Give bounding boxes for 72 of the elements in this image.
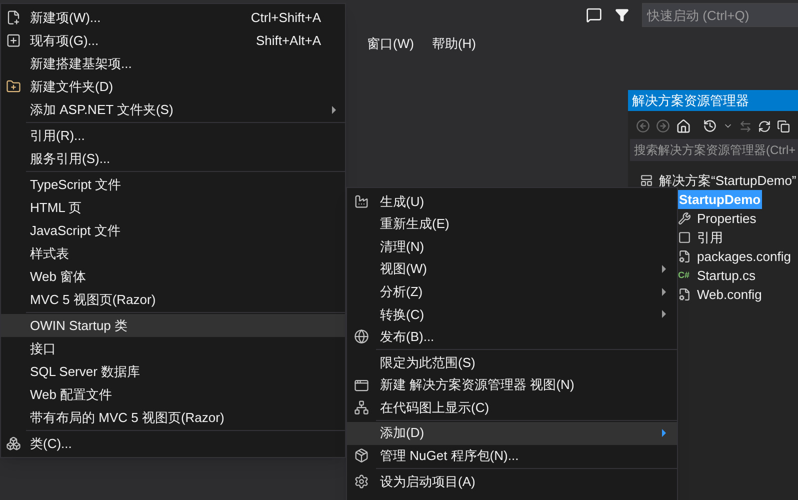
- submenu-arrow-icon: [662, 429, 666, 438]
- globe-icon: [354, 329, 369, 344]
- tree-item[interactable]: 解决方案“StartupDemo”: [658, 170, 798, 190]
- menu-item[interactable]: 视图(W): [347, 258, 677, 280]
- menu-item[interactable]: TypeScript 文件: [1, 173, 345, 196]
- menu-item[interactable]: JavaScript 文件: [1, 219, 345, 242]
- menu-item[interactable]: 新建文件夹(D): [1, 75, 345, 98]
- menu-item[interactable]: 接口: [1, 337, 345, 360]
- file-plus-icon: [6, 10, 21, 25]
- menu-item[interactable]: 类(C)...: [1, 432, 345, 455]
- menu-bar-item[interactable]: 帮助(H): [422, 32, 485, 56]
- menu-item[interactable]: MVC 5 视图页(Razor): [1, 288, 345, 311]
- tree-item[interactable]: packages.config: [696, 246, 792, 266]
- menu-bar-item[interactable]: 窗口(W): [358, 32, 423, 56]
- folder-icon: [6, 79, 21, 94]
- menu-item[interactable]: HTML 页: [1, 196, 345, 219]
- menu-item[interactable]: SQL Server 数据库: [1, 360, 345, 383]
- menu-item[interactable]: 限定为此范围(S): [347, 351, 677, 374]
- tree-item[interactable]: Startup.cs: [696, 266, 757, 286]
- menu-item[interactable]: 新建项(W)... Ctrl+Shift+A: [1, 6, 345, 29]
- home-icon[interactable]: [676, 118, 691, 134]
- menu-item[interactable]: Web 窗体: [1, 265, 345, 288]
- menu-item[interactable]: 添加(D): [347, 422, 677, 445]
- config-file-icon: [678, 250, 691, 263]
- tree-item[interactable]: Web.config: [696, 284, 763, 304]
- config-file-icon: [678, 288, 691, 301]
- submenu-arrow-icon: [332, 106, 336, 114]
- menu-item[interactable]: 服务引用(S)...: [1, 147, 345, 170]
- menu-item[interactable]: 设为启动项目(A): [347, 470, 677, 493]
- menu-item[interactable]: 在代码图上显示(C): [347, 396, 677, 419]
- history-icon[interactable]: [703, 119, 717, 133]
- menu-item[interactable]: 清理(N): [347, 235, 677, 258]
- factory-icon: [354, 194, 369, 209]
- menu-item[interactable]: 现有项(G)... Shift+Alt+A: [1, 29, 345, 52]
- menu-item[interactable]: 管理 NuGet 程序包(N)...: [347, 444, 677, 468]
- file-type-icon: C#: [678, 268, 691, 282]
- submenu-arrow-icon: [662, 310, 666, 318]
- menu-item[interactable]: 添加 ASP.NET 文件夹(S): [1, 98, 345, 121]
- menu-item[interactable]: 新建 解决方案资源管理器 视图(N): [347, 374, 677, 396]
- refresh-icon[interactable]: [758, 120, 771, 132]
- menu-item[interactable]: 发布(B)...: [347, 326, 677, 348]
- submenu-arrow-icon: [662, 288, 666, 296]
- feedback-icon[interactable]: [586, 7, 602, 23]
- menu-item[interactable]: Web 配置文件: [1, 383, 345, 406]
- wrench-icon: [678, 212, 691, 225]
- menu-item[interactable]: 引用(R)...: [1, 124, 345, 147]
- back-icon[interactable]: [636, 119, 650, 133]
- solution-icon: [640, 174, 653, 187]
- menu-item[interactable]: 生成(U): [347, 190, 677, 213]
- collapse-icon[interactable]: [777, 120, 790, 132]
- menu-item[interactable]: 样式表: [1, 242, 345, 265]
- menu-item[interactable]: 新建搭建基架项...: [1, 52, 345, 75]
- square-plus-icon: [6, 33, 21, 48]
- package-icon: [354, 448, 369, 464]
- filter-icon[interactable]: [615, 8, 629, 22]
- window-icon: [354, 378, 369, 393]
- forward-icon[interactable]: [656, 119, 670, 133]
- search-field[interactable]: 搜索解决方案资源管理器(Ctrl+: [630, 139, 798, 161]
- network-icon: [354, 400, 369, 416]
- sync-icon[interactable]: [739, 120, 752, 132]
- menu-item[interactable]: 分析(Z): [347, 280, 677, 303]
- tree-item[interactable]: Properties: [696, 208, 758, 228]
- settings-icon: [354, 474, 369, 489]
- tree-item[interactable]: 引用: [696, 228, 724, 248]
- quick-launch-field[interactable]: 快速启动 (Ctrl+Q): [642, 3, 798, 27]
- menu-item[interactable]: OWIN Startup 类: [1, 314, 345, 337]
- submenu-arrow-icon: [662, 265, 666, 274]
- menu-item[interactable]: 重新生成(E): [347, 212, 677, 236]
- panel-title: 解决方案资源管理器: [628, 90, 798, 111]
- menu-item[interactable]: 转换(C): [347, 302, 677, 326]
- menu-item[interactable]: 带有布局的 MVC 5 视图页(Razor): [1, 406, 345, 429]
- boxes-icon: [6, 436, 21, 451]
